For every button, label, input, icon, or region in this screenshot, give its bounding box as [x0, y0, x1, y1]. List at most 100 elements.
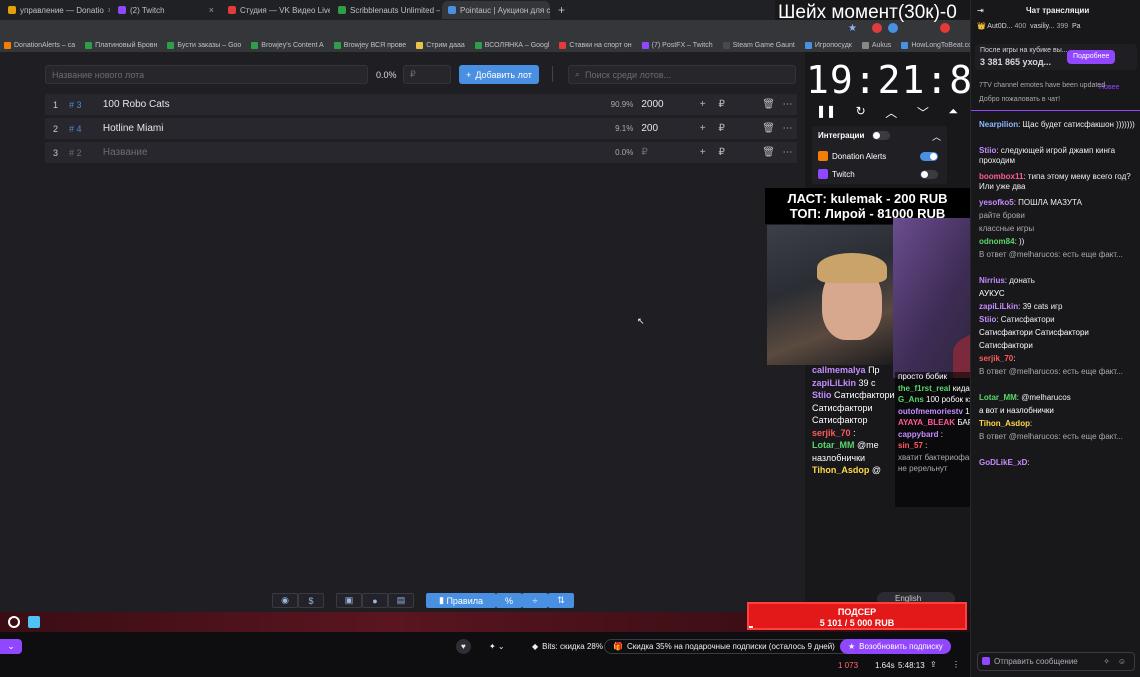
chat-username[interactable]: Nirrius [979, 276, 1005, 285]
donate-icon[interactable]: $ [298, 593, 324, 608]
emote-icon[interactable]: ✧ [1103, 653, 1110, 670]
bookmark-item[interactable]: Стрим дааа [416, 41, 465, 49]
chat-message[interactable]: zapiLiLkin: 39 cats игр [979, 302, 1137, 312]
collapse-icon[interactable]: ⇥ [977, 6, 984, 15]
close-icon[interactable]: × [209, 5, 214, 15]
chevron-up-icon[interactable]: ︿ [885, 104, 897, 120]
add-amount-icon[interactable]: + [693, 123, 712, 134]
chat-message[interactable]: Nearpilion: Щас будет сатисфакшон ))))))… [979, 120, 1137, 130]
profile-avatar[interactable] [940, 23, 950, 33]
chat-username[interactable]: yesofko5 [979, 198, 1014, 207]
chat-message[interactable]: Сатисфактори [979, 341, 1137, 351]
chat-message[interactable]: Tihon_Asdop: [979, 419, 1137, 429]
bookmark-item[interactable]: Browjey ВСЯ прове [333, 41, 406, 49]
lot-row[interactable]: 3 # 2 Название 0.0% ₽ + ₽ 🗑 ⋯ [45, 142, 797, 163]
browser-tab[interactable]: управление — Donatio × [2, 1, 110, 19]
percent-icon[interactable]: % [496, 593, 522, 608]
browser-tab[interactable]: Pointauc | Аукцион для стри× [442, 1, 550, 19]
twitch-toggle[interactable] [920, 170, 938, 179]
lot-row[interactable]: 1 # 3 100 Robo Cats 90.9% 2000 + ₽ 🗑 ⋯ [45, 94, 797, 115]
new-tab-icon[interactable]: + [558, 3, 565, 17]
new-lot-input[interactable]: Название нового лота [45, 65, 368, 84]
details-button[interactable]: Подробнее [1067, 50, 1116, 64]
app-icon[interactable] [8, 616, 20, 628]
bookmark-item[interactable]: Буcти заказы – Goo [167, 41, 241, 49]
more-icon[interactable]: ⋯ [778, 123, 797, 134]
ruble-icon[interactable]: ₽ [712, 147, 731, 158]
chat-message[interactable]: АУКУС [979, 289, 1137, 299]
bookmark-item[interactable]: (7) PostFX – Twitch [641, 41, 713, 49]
gift-sub-button[interactable]: 🎁 Скидка 35% на подарочные подписки (оста… [604, 639, 855, 654]
donation-alerts-toggle[interactable] [920, 152, 938, 161]
close-icon[interactable]: × [108, 5, 110, 15]
reset-icon[interactable]: ↻ [856, 104, 866, 120]
bookmark-item[interactable]: ВСОЛЯНКА – Googl [474, 41, 549, 49]
chat-username[interactable]: odnom84 [979, 237, 1015, 246]
trash-icon[interactable]: 🗑 [759, 147, 778, 158]
chat-username[interactable]: GoDLikE_xD [979, 458, 1027, 467]
chat-message[interactable]: serjik_70: [979, 354, 1137, 364]
chat-username[interactable]: boombox11 [979, 172, 1023, 181]
chat-username[interactable]: Stiio [979, 146, 996, 155]
chat-icon[interactable] [28, 616, 40, 628]
chat-message[interactable]: yesofko5: ПОШЛА МАЗУТА [979, 198, 1137, 208]
share-icon[interactable]: ⇪ [930, 660, 937, 669]
gift-icon[interactable]: ✦ ⌄ [484, 639, 510, 654]
ruble-icon[interactable]: ₽ [712, 99, 731, 110]
chat-message[interactable]: райте брови [979, 211, 1137, 221]
panel-icon[interactable]: ▤ [388, 593, 414, 608]
chat-message[interactable]: В ответ @melharucos: есть еще факт... [979, 250, 1137, 260]
more-icon[interactable]: ⋯ [778, 99, 797, 110]
bookmark-item[interactable]: Aukus [861, 41, 891, 49]
promo-banner[interactable]: После игры на кубике вы... 3 381 865 ухо… [975, 44, 1137, 70]
trash-icon[interactable]: 🗑 [759, 99, 778, 110]
integrations-toggle[interactable] [872, 131, 890, 140]
chat-message[interactable]: Stiio: следующей игрой джамп кинга прохо… [979, 146, 1137, 166]
save-icon[interactable]: ▣ [336, 593, 362, 608]
bookmark-item[interactable]: HowLongToBeat.co [901, 41, 970, 49]
trash-icon[interactable]: 🗑 [759, 123, 778, 134]
extension-icon[interactable] [888, 23, 898, 33]
emoji-icon[interactable]: ☺ [1118, 653, 1126, 670]
sort-icon[interactable]: ⇅ [548, 593, 574, 608]
chat-message[interactable]: В ответ @melharucos: есть еще факт... [979, 367, 1137, 377]
split-icon[interactable]: ÷ [522, 593, 548, 608]
heart-icon[interactable]: ♥ [456, 639, 471, 654]
github-icon[interactable]: ◉ [272, 593, 298, 608]
bookmark-item[interactable]: Платиновый Бровн [85, 41, 157, 49]
extension-icon[interactable] [872, 23, 882, 33]
chat-message[interactable]: Сатисфактори Сатисфактори [979, 328, 1137, 338]
chat-username[interactable]: Lotar_MM [979, 393, 1017, 402]
chat-username[interactable]: zapiLiLkin [979, 302, 1018, 311]
chat-message[interactable]: Stiio: Сатисфактори [979, 315, 1137, 325]
chevron-up-icon[interactable]: ︿ [932, 130, 941, 143]
chat-username[interactable]: Stiio [979, 315, 996, 324]
chevron-down-icon[interactable]: ⌄ [0, 639, 22, 654]
browser-tab[interactable]: Студия — VK Видео Live× [222, 1, 330, 19]
drop-icon[interactable]: ● [362, 593, 388, 608]
bookmark-item[interactable]: Browjey's Content A [251, 41, 324, 49]
add-amount-icon[interactable]: + [693, 147, 712, 158]
bookmark-item[interactable]: Steam Game Gaunt [722, 41, 795, 49]
chat-message[interactable]: а вот и назлобнички [979, 406, 1137, 416]
more-icon[interactable]: ⋮ [952, 660, 960, 669]
star-icon[interactable]: ★ [848, 23, 857, 34]
chat-message[interactable]: boombox11: типа этому мему всего год? Ил… [979, 172, 1137, 192]
send-message-input[interactable]: Отправить сообщение ✧ ☺ [977, 652, 1135, 671]
bookmark-item[interactable]: DonationAlerts – са [4, 41, 75, 49]
pause-icon[interactable]: ❚❚ [816, 104, 836, 120]
chat-message[interactable]: Lotar_MM: @melharucos [979, 393, 1137, 403]
search-lots-input[interactable]: ⌕ Поиск среди лотов... [568, 65, 796, 84]
chat-message[interactable]: Nirrius: донать [979, 276, 1137, 286]
browser-tab[interactable]: Scribblenauts Unlimited — × [332, 1, 440, 19]
rules-button[interactable]: ▮ Правила [426, 593, 496, 608]
browser-tab[interactable]: (2) Twitch × [112, 1, 220, 19]
bookmark-item[interactable]: Игропосудк [804, 41, 852, 49]
ruble-icon[interactable]: ₽ [712, 123, 731, 134]
resubscribe-button[interactable]: ★ Возобновить подписку [840, 639, 951, 654]
amount-input[interactable]: ₽ [403, 65, 451, 84]
chat-username[interactable]: Tihon_Asdop [979, 419, 1030, 428]
chat-message[interactable]: GoDLikE_xD: [979, 458, 1137, 468]
bookmark-item[interactable]: Ставки на спорт он [559, 41, 632, 49]
chat-message[interactable]: классные игры [979, 224, 1137, 234]
